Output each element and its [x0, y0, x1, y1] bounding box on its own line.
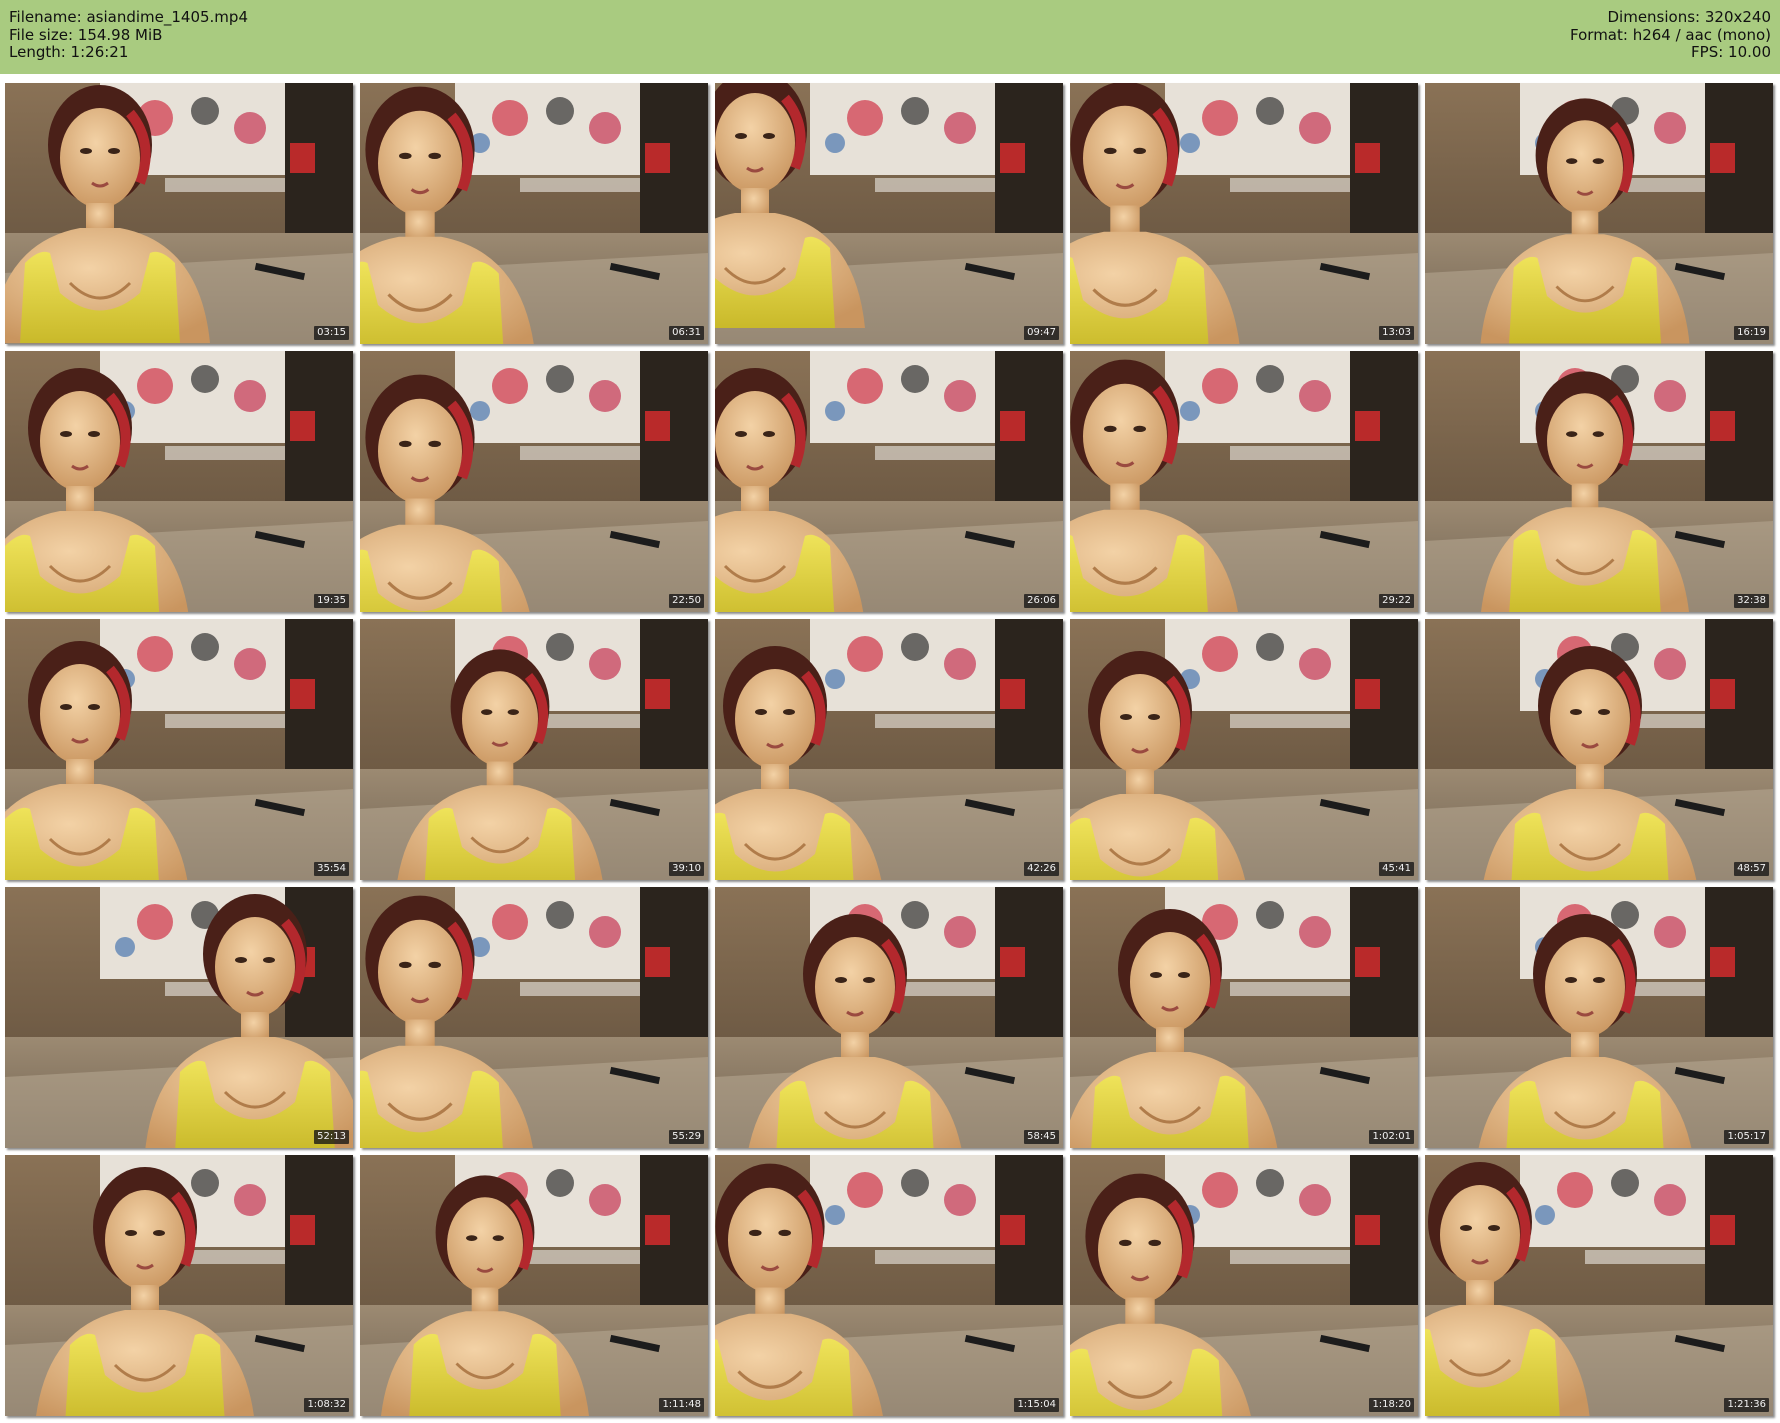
video-frame-image — [5, 619, 353, 880]
thumbnail-frame: 03:15 — [5, 83, 353, 344]
timestamp-label: 39:10 — [669, 862, 704, 876]
thumbnail-frame: 1:21:36 — [1425, 1155, 1773, 1416]
video-frame-image — [1070, 1155, 1418, 1416]
video-frame-image — [5, 1155, 353, 1416]
thumbnail-frame: 29:22 — [1070, 351, 1418, 612]
thumbnail-grid: 03:15 06:31 09:47 13:03 16:19 19:35 22:50 26:06… — [5, 83, 1775, 1416]
timestamp-label: 1:05:17 — [1724, 1130, 1769, 1144]
thumbnail-frame: 06:31 — [360, 83, 708, 344]
file-info-right: Dimensions: 320x240 Format: h264 / aac (… — [1570, 8, 1771, 62]
video-frame-image — [1070, 83, 1418, 344]
timestamp-label: 55:29 — [669, 1130, 704, 1144]
length-label: Length: 1:26:21 — [9, 43, 129, 61]
timestamp-label: 29:22 — [1379, 594, 1414, 608]
timestamp-label: 1:11:48 — [659, 1398, 704, 1412]
timestamp-label: 1:08:32 — [304, 1398, 349, 1412]
file-info-left: Filename: asiandime_1405.mp4 File size: … — [9, 8, 248, 62]
timestamp-label: 42:26 — [1024, 862, 1059, 876]
video-frame-image — [1425, 887, 1773, 1148]
video-frame-image — [360, 83, 708, 344]
thumbnail-frame: 52:13 — [5, 887, 353, 1148]
thumbnail-frame: 58:45 — [715, 887, 1063, 1148]
thumbnail-frame: 1:02:01 — [1070, 887, 1418, 1148]
thumbnail-frame: 19:35 — [5, 351, 353, 612]
video-frame-image — [360, 887, 708, 1148]
timestamp-label: 45:41 — [1379, 862, 1414, 876]
thumbnail-frame: 39:10 — [360, 619, 708, 880]
thumbnail-frame: 55:29 — [360, 887, 708, 1148]
video-frame-image — [360, 351, 708, 612]
video-frame-image — [715, 83, 1063, 344]
timestamp-label: 52:13 — [314, 1130, 349, 1144]
timestamp-label: 26:06 — [1024, 594, 1059, 608]
timestamp-label: 13:03 — [1379, 326, 1414, 340]
thumbnail-frame: 35:54 — [5, 619, 353, 880]
video-frame-image — [1425, 83, 1773, 344]
filename-label: Filename: asiandime_1405.mp4 — [9, 8, 248, 26]
thumbnail-frame: 1:11:48 — [360, 1155, 708, 1416]
video-frame-image — [1070, 351, 1418, 612]
thumbnail-frame: 1:05:17 — [1425, 887, 1773, 1148]
timestamp-label: 1:21:36 — [1724, 1398, 1769, 1412]
video-frame-image — [1070, 887, 1418, 1148]
video-frame-image — [5, 351, 353, 612]
video-frame-image — [1070, 619, 1418, 880]
thumbnail-frame: 45:41 — [1070, 619, 1418, 880]
video-frame-image — [1425, 351, 1773, 612]
timestamp-label: 06:31 — [669, 326, 704, 340]
timestamp-label: 35:54 — [314, 862, 349, 876]
video-frame-image — [360, 619, 708, 880]
video-frame-image — [715, 619, 1063, 880]
video-frame-image — [5, 83, 353, 344]
timestamp-label: 32:38 — [1734, 594, 1769, 608]
timestamp-label: 48:57 — [1734, 862, 1769, 876]
fps-label: FPS: 10.00 — [1691, 43, 1771, 61]
thumbnail-frame: 48:57 — [1425, 619, 1773, 880]
timestamp-label: 1:15:04 — [1014, 1398, 1059, 1412]
timestamp-label: 03:15 — [314, 326, 349, 340]
timestamp-label: 09:47 — [1024, 326, 1059, 340]
video-frame-image — [715, 351, 1063, 612]
thumbnail-frame: 22:50 — [360, 351, 708, 612]
video-frame-image — [360, 1155, 708, 1416]
thumbnail-frame: 1:08:32 — [5, 1155, 353, 1416]
video-frame-image — [5, 887, 353, 1148]
timestamp-label: 58:45 — [1024, 1130, 1059, 1144]
format-label: Format: h264 / aac (mono) — [1570, 25, 1771, 44]
thumbnail-frame: 13:03 — [1070, 83, 1418, 344]
thumbnail-frame: 1:18:20 — [1070, 1155, 1418, 1416]
contact-sheet-header: Filename: asiandime_1405.mp4 File size: … — [0, 0, 1780, 74]
timestamp-label: 1:02:01 — [1369, 1130, 1414, 1144]
timestamp-label: 1:18:20 — [1369, 1398, 1414, 1412]
thumbnail-frame: 26:06 — [715, 351, 1063, 612]
timestamp-label: 16:19 — [1734, 326, 1769, 340]
video-frame-image — [715, 1155, 1063, 1416]
thumbnail-frame: 09:47 — [715, 83, 1063, 344]
thumbnail-frame: 42:26 — [715, 619, 1063, 880]
timestamp-label: 22:50 — [669, 594, 704, 608]
filesize-label: File size: 154.98 MiB — [9, 25, 163, 44]
video-frame-image — [715, 887, 1063, 1148]
dimensions-label: Dimensions: 320x240 — [1607, 8, 1771, 26]
thumbnail-frame: 1:15:04 — [715, 1155, 1063, 1416]
video-frame-image — [1425, 1155, 1773, 1416]
timestamp-label: 19:35 — [314, 594, 349, 608]
thumbnail-frame: 32:38 — [1425, 351, 1773, 612]
video-frame-image — [1425, 619, 1773, 880]
thumbnail-frame: 16:19 — [1425, 83, 1773, 344]
